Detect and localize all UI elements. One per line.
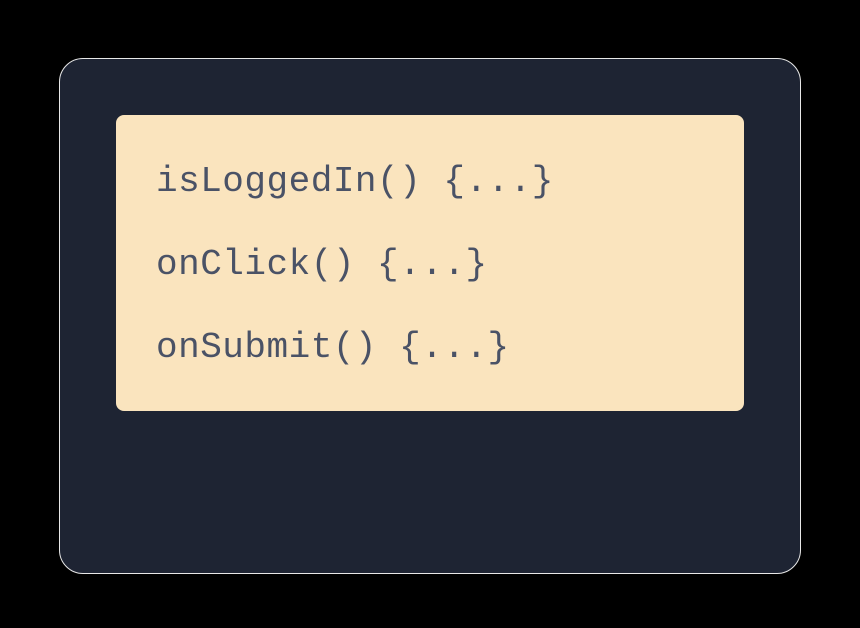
code-line: onClick() {...} (156, 242, 704, 289)
code-line: isLoggedIn() {...} (156, 159, 704, 206)
code-line: onSubmit() {...} (156, 325, 704, 372)
outer-panel: isLoggedIn() {...} onClick() {...} onSub… (59, 58, 801, 574)
code-block: isLoggedIn() {...} onClick() {...} onSub… (116, 115, 744, 411)
